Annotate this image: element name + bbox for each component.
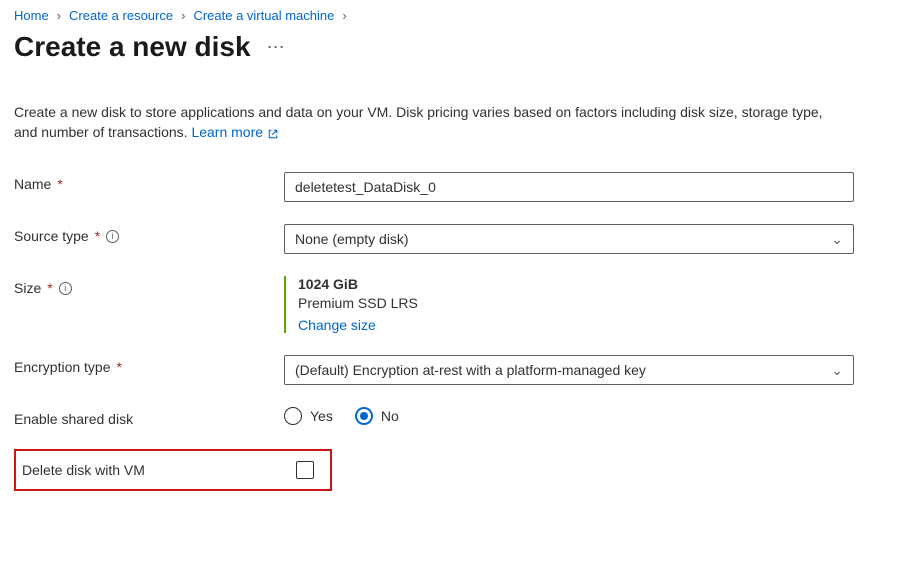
size-label: Size* i [14, 276, 284, 296]
radio-label-yes: Yes [310, 408, 333, 424]
chevron-right-icon: › [57, 8, 61, 23]
name-label: Name* [14, 172, 284, 192]
info-icon[interactable]: i [106, 230, 119, 243]
breadcrumb-create-resource[interactable]: Create a resource [69, 8, 173, 23]
breadcrumb-home[interactable]: Home [14, 8, 49, 23]
radio-icon [284, 407, 302, 425]
required-icon: * [47, 280, 52, 296]
page-description: Create a new disk to store applications … [14, 103, 834, 142]
source-type-label: Source type* i [14, 224, 284, 244]
radio-icon [355, 407, 373, 425]
chevron-down-icon: ⌄ [831, 362, 843, 379]
breadcrumb-create-vm[interactable]: Create a virtual machine [193, 8, 334, 23]
delete-with-vm-checkbox[interactable] [296, 461, 314, 479]
encryption-select[interactable]: (Default) Encryption at-rest with a plat… [284, 355, 854, 385]
page-title: Create a new disk [14, 31, 251, 63]
shared-disk-yes[interactable]: Yes [284, 407, 333, 425]
field-shared-disk: Enable shared disk Yes No [14, 407, 910, 427]
info-icon[interactable]: i [59, 282, 72, 295]
field-encryption: Encryption type* (Default) Encryption at… [14, 355, 910, 385]
required-icon: * [57, 176, 62, 192]
more-actions-button[interactable]: ⋯ [267, 37, 287, 58]
size-tier: Premium SSD LRS [298, 295, 854, 311]
chevron-right-icon: › [181, 8, 185, 23]
required-icon: * [95, 228, 100, 244]
description-text: Create a new disk to store applications … [14, 104, 823, 140]
field-size: Size* i 1024 GiB Premium SSD LRS Change … [14, 276, 910, 333]
external-link-icon [267, 128, 279, 140]
radio-label-no: No [381, 408, 399, 424]
encryption-label: Encryption type* [14, 355, 284, 375]
shared-disk-radiogroup: Yes No [284, 407, 854, 425]
shared-disk-no[interactable]: No [355, 407, 399, 425]
chevron-right-icon: › [342, 8, 346, 23]
source-type-select[interactable]: None (empty disk) ⌄ [284, 224, 854, 254]
size-summary: 1024 GiB Premium SSD LRS Change size [284, 276, 854, 333]
size-value: 1024 GiB [298, 276, 854, 292]
field-delete-with-vm: Delete disk with VM [14, 449, 332, 491]
breadcrumb: Home › Create a resource › Create a virt… [14, 8, 910, 23]
field-name: Name* [14, 172, 910, 202]
change-size-link[interactable]: Change size [298, 317, 376, 333]
chevron-down-icon: ⌄ [831, 231, 843, 248]
title-row: Create a new disk ⋯ [14, 31, 910, 63]
learn-more-link[interactable]: Learn more [191, 124, 278, 140]
required-icon: * [117, 359, 122, 375]
shared-disk-label: Enable shared disk [14, 407, 284, 427]
name-input[interactable] [284, 172, 854, 202]
source-type-value: None (empty disk) [295, 231, 409, 247]
encryption-value: (Default) Encryption at-rest with a plat… [295, 362, 646, 378]
delete-with-vm-label: Delete disk with VM [22, 462, 296, 478]
field-source-type: Source type* i None (empty disk) ⌄ [14, 224, 910, 254]
